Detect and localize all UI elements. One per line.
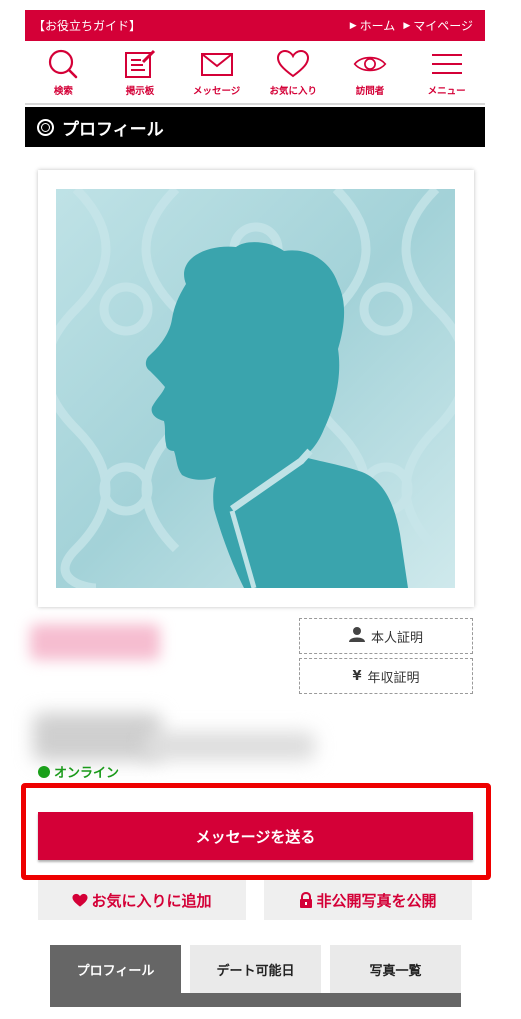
income-verification-label: 年収証明 (367, 670, 420, 686)
arrow-right-icon: ▶ (349, 20, 357, 31)
nav-item-visitors[interactable]: 訪問者 (334, 49, 406, 97)
person-icon (348, 626, 365, 646)
section-title: プロフィール (62, 119, 164, 140)
publish-private-photos-button[interactable]: 非公開写真を公開 (264, 880, 472, 920)
lock-icon (300, 891, 313, 908)
mail-icon (200, 53, 233, 76)
add-favorite-label: お気に入りに追加 (91, 891, 212, 910)
home-link[interactable]: ▶ ホーム (350, 17, 396, 34)
nav-item-menu[interactable]: メニュー (411, 49, 483, 97)
profile-photo[interactable] (38, 170, 474, 607)
search-icon (49, 49, 78, 79)
blurred-profile-info (33, 713, 161, 761)
nav-item-label: メッセージ (192, 86, 241, 97)
nav-item-label: 掲示板 (125, 86, 155, 97)
mypage-link[interactable]: ▶ マイページ (403, 17, 473, 34)
page: 【お役立ちガイド】 ▶ ホーム ▶ マイページ 検索 掲示板 メッセージ お気に入り… (21, 10, 491, 1007)
mypage-link-label: マイページ (413, 19, 473, 33)
blurred-profile-info (145, 732, 315, 760)
heart-icon (277, 49, 310, 78)
nav-item-board[interactable]: 掲示板 (104, 49, 176, 97)
nav-item-label: 検索 (53, 86, 73, 97)
blurred-username (30, 624, 160, 660)
nav-item-label: 訪問者 (355, 86, 385, 97)
tab-profile[interactable]: プロフィール (50, 945, 181, 993)
header-links: ▶ ホーム ▶ マイページ (350, 17, 473, 34)
tab-photo-list[interactable]: 写真一覧 (330, 945, 461, 993)
online-dot-icon (38, 765, 50, 778)
nav-item-favorite[interactable]: お気に入り (257, 49, 329, 97)
tab-date-availability[interactable]: デート可能日 (190, 945, 321, 993)
nav-item-label: お気に入り (269, 86, 318, 97)
send-message-button[interactable]: メッセージを送る (38, 812, 473, 860)
publish-private-photos-label: 非公開写真を公開 (316, 891, 437, 910)
online-status: オンライン (38, 762, 119, 781)
board-icon (124, 49, 156, 78)
male-silhouette-placeholder-image (56, 189, 455, 588)
nav-item-message[interactable]: メッセージ (181, 49, 253, 97)
online-status-label: オンライン (54, 766, 120, 781)
profile-tabs: プロフィール デート可能日 写真一覧 (50, 945, 461, 1008)
main-nav: 検索 掲示板 メッセージ お気に入り 訪問者 メニュー (25, 41, 485, 105)
home-link-label: ホーム (359, 19, 396, 33)
nav-item-label: メニュー (427, 86, 466, 97)
tab-underline (50, 993, 461, 1007)
add-favorite-button[interactable]: お気に入りに追加 (38, 880, 246, 920)
identity-verification-label: 本人証明 (370, 630, 423, 646)
heart-icon (72, 893, 89, 907)
section-header: プロフィール (25, 107, 485, 147)
yen-icon: ¥ (352, 668, 362, 684)
bullseye-icon (37, 118, 54, 136)
income-verification-badge[interactable]: ¥ 年収証明 (299, 658, 473, 694)
top-header: 【お役立ちガイド】 ▶ ホーム ▶ マイページ (25, 10, 485, 41)
guide-link[interactable]: 【お役立ちガイド】 (33, 17, 141, 34)
nav-item-search[interactable]: 検索 (27, 49, 99, 97)
menu-icon (431, 54, 462, 74)
arrow-right-icon: ▶ (403, 20, 411, 31)
eye-icon (353, 56, 387, 72)
identity-verification-badge[interactable]: 本人証明 (299, 618, 473, 654)
